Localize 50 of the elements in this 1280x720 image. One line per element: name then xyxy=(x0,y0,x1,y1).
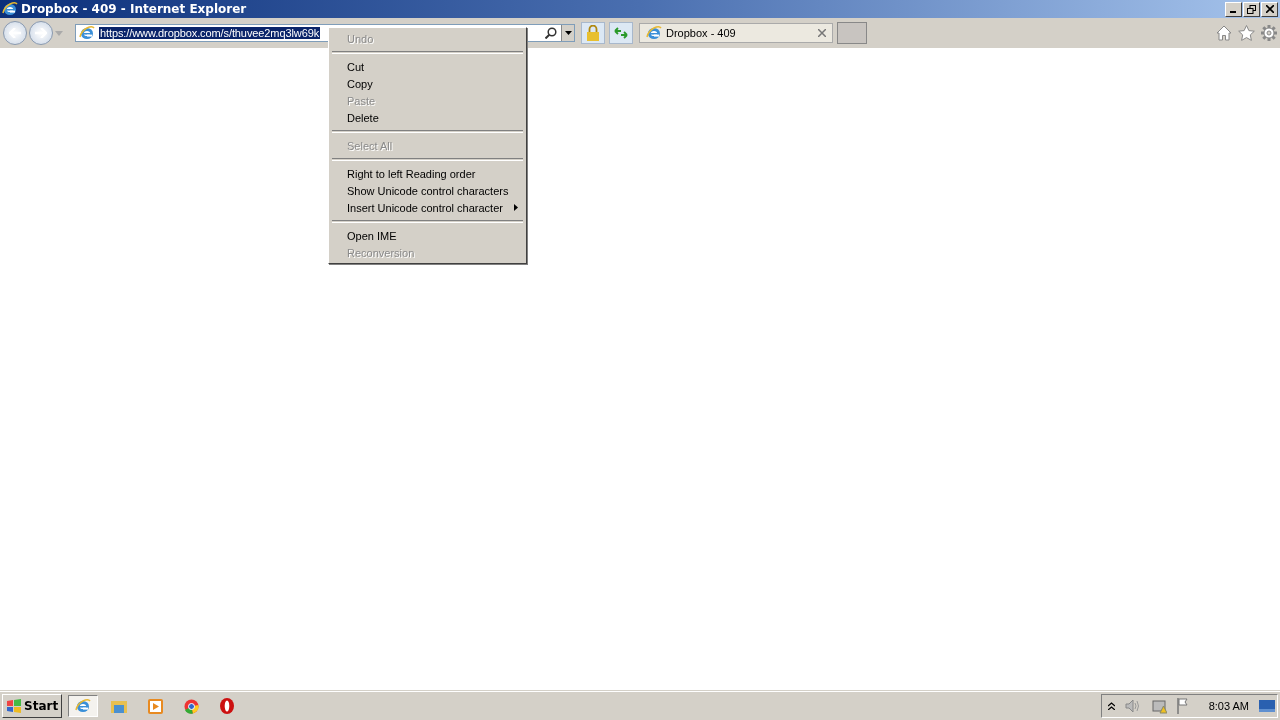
refresh-arrows-icon xyxy=(614,27,628,39)
minimize-button[interactable] xyxy=(1225,1,1242,17)
flag-icon[interactable] xyxy=(1176,698,1191,714)
address-dropdown-button[interactable] xyxy=(561,25,574,41)
close-button[interactable] xyxy=(1261,1,1278,17)
back-arrow-icon xyxy=(9,28,21,38)
media-player-icon xyxy=(147,698,163,714)
search-icon[interactable] xyxy=(545,27,557,39)
browser-tab[interactable]: Dropbox - 409 xyxy=(639,23,833,43)
settings-icon[interactable] xyxy=(1261,25,1277,41)
chrome-icon xyxy=(183,698,199,714)
speaker-icon[interactable] xyxy=(1124,699,1141,713)
browser-icon xyxy=(75,698,92,714)
forward-arrow-icon xyxy=(35,28,47,38)
start-button[interactable]: Start xyxy=(2,694,63,718)
restore-icon xyxy=(1247,4,1256,14)
show-desktop-icon[interactable] xyxy=(1259,700,1275,712)
home-icon[interactable] xyxy=(1216,25,1232,41)
submenu-arrow-icon xyxy=(514,204,518,211)
window-title: Dropbox - 409 - Internet Explorer xyxy=(21,2,248,16)
back-button[interactable] xyxy=(3,21,27,45)
forward-button[interactable] xyxy=(29,21,53,45)
new-tab-button[interactable] xyxy=(837,22,867,44)
app-icon xyxy=(2,1,18,17)
folder-icon xyxy=(111,699,128,713)
menu-item[interactable]: Insert Unicode control character xyxy=(331,199,524,216)
star-icon[interactable] xyxy=(1238,25,1255,41)
caret-icon xyxy=(564,31,572,35)
windows-logo-icon xyxy=(6,699,22,713)
menu-item[interactable]: Cut xyxy=(331,58,524,75)
menu-item[interactable]: Right to left Reading order xyxy=(331,165,524,182)
close-icon[interactable] xyxy=(818,29,826,37)
menu-item[interactable]: Copy xyxy=(331,75,524,92)
tab-title: Dropbox - 409 xyxy=(666,27,737,39)
restore-button[interactable] xyxy=(1243,1,1260,17)
clock[interactable]: 8:03 AM xyxy=(1208,700,1249,712)
refresh-button[interactable] xyxy=(609,22,633,44)
site-icon xyxy=(79,25,95,41)
taskbar-button[interactable] xyxy=(68,695,99,717)
menu-item[interactable]: Open IME xyxy=(331,227,524,244)
security-button[interactable] xyxy=(581,22,605,44)
close-icon xyxy=(1265,5,1274,13)
network-warning-icon[interactable] xyxy=(1150,698,1167,714)
menu-item[interactable]: Delete xyxy=(331,109,524,126)
tab-icon xyxy=(646,25,662,41)
padlock-icon xyxy=(586,25,600,41)
address-text: https://www.dropbox.com/s/thuvee2mq3lw69k xyxy=(99,27,321,39)
opera-icon xyxy=(220,698,235,714)
menu-item[interactable]: Show Unicode control characters xyxy=(331,182,524,199)
chevron-up-icon[interactable] xyxy=(1107,702,1115,710)
